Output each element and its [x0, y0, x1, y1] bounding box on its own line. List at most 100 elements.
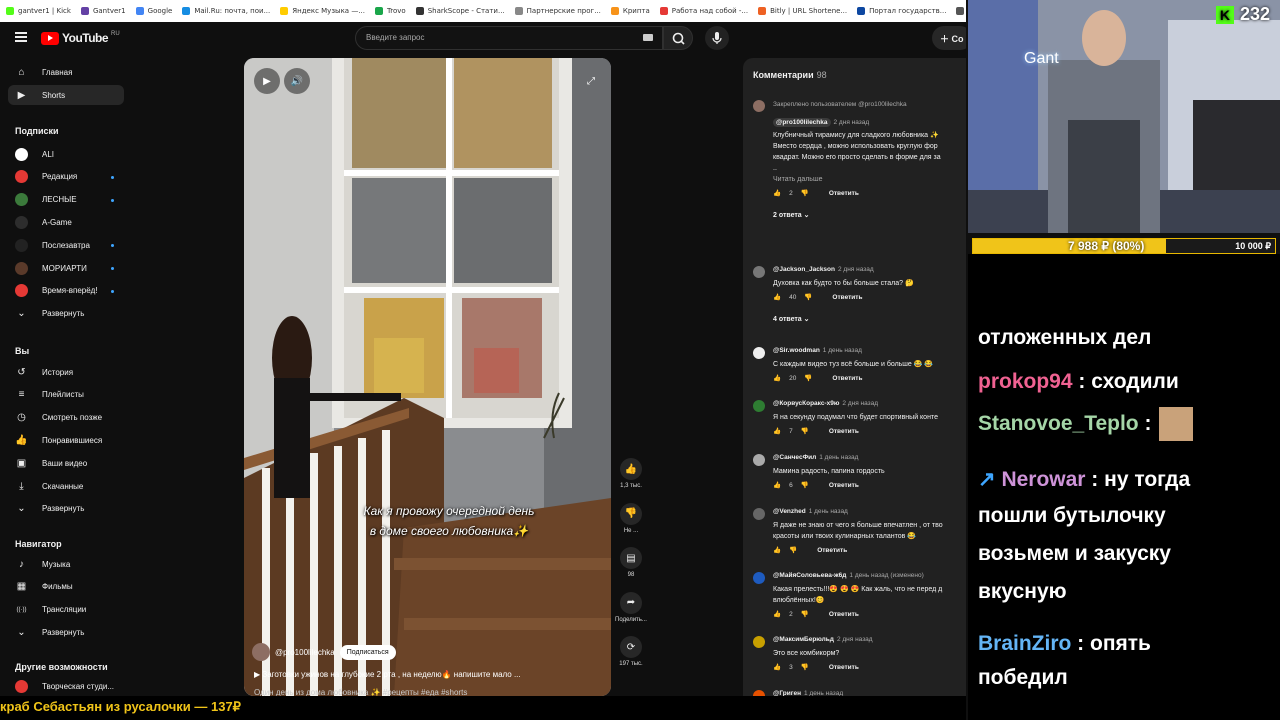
comment-avatar[interactable] [753, 636, 765, 648]
comment-author[interactable]: @КорвусКоракс-х9ю [773, 400, 839, 407]
sidebar-item-you[interactable]: ◷ Смотреть позже [8, 408, 124, 428]
sidebar-item-you[interactable]: ⌄ Развернуть [8, 499, 124, 519]
reply-button[interactable]: Ответить [829, 190, 859, 197]
read-more-link[interactable]: Читать дальше [773, 174, 966, 185]
dislike-icon[interactable]: 👎 [804, 293, 812, 301]
comment-author[interactable]: @МаксимБерюльд [773, 636, 834, 643]
reply-button[interactable]: Ответить [832, 294, 862, 301]
shorts-player[interactable]: ▶ 🔊 ⤢ Как я провожу очередной день в дом… [244, 58, 611, 696]
sidebar-item-navigator[interactable]: ♪ Музыка [8, 554, 124, 574]
bookmark-item[interactable]: Bitly | URL Shortene... [758, 7, 847, 15]
sidebar-item-shorts[interactable]: ▶ Shorts [8, 85, 124, 105]
share-button[interactable]: ➦ [620, 591, 642, 614]
sidebar-item-navigator[interactable]: ⌄ Развернуть [8, 622, 124, 642]
like-button[interactable]: 👍 [620, 458, 642, 480]
you-section-title[interactable]: Вы [15, 346, 29, 356]
comment-author[interactable]: @СанчесФил [773, 454, 816, 461]
comment-avatar[interactable] [753, 400, 765, 412]
comment-avatar[interactable] [753, 347, 765, 359]
voice-search-button[interactable] [705, 26, 729, 50]
bookmark-item[interactable]: Яндекс Музыка —... [280, 7, 365, 15]
fullscreen-button[interactable]: ⤢ [578, 68, 604, 94]
comment-avatar[interactable] [753, 572, 765, 584]
bookmark-item[interactable]: Trovo [375, 7, 406, 15]
menu-icon[interactable] [15, 32, 27, 42]
subscribe-button[interactable]: Подписаться [339, 644, 396, 660]
dislike-icon[interactable]: 👎 [804, 374, 812, 382]
like-icon[interactable]: 👍 [773, 663, 781, 671]
show-replies-button[interactable]: 2 ответа ⌄ [773, 211, 810, 219]
comment-author[interactable]: @Jackson_Jackson [773, 266, 835, 273]
like-icon[interactable]: 👍 [773, 481, 781, 489]
like-icon[interactable]: 👍 [773, 610, 781, 618]
comment-author[interactable]: @Venzhed [773, 508, 806, 515]
show-replies-button[interactable]: 4 ответа ⌄ [773, 315, 810, 323]
sidebar-item-subscription[interactable]: Послезавтра [8, 235, 124, 255]
sidebar-item-you[interactable]: ▣ Ваши видео [8, 453, 124, 473]
like-icon[interactable]: 👍 [773, 546, 781, 554]
create-button[interactable]: ＋ Со [932, 26, 966, 50]
bookmark-item[interactable]: Крипта [610, 7, 650, 15]
play-button[interactable]: ▶ [254, 68, 280, 94]
search-button[interactable] [663, 26, 693, 50]
reply-button[interactable]: Ответить [817, 547, 847, 554]
comment-avatar[interactable] [753, 100, 765, 112]
bookmark-item[interactable]: gantver1 | Kick [6, 7, 71, 15]
dislike-button[interactable]: 👎 [620, 502, 642, 525]
bookmark-item[interactable]: Портал государств... [857, 7, 946, 15]
sidebar-item-studio[interactable]: Творческая студи... [8, 676, 124, 696]
comment-avatar[interactable] [753, 454, 765, 466]
comment-author[interactable]: @МайяСоловьева-ж6д [773, 572, 846, 579]
dislike-icon[interactable]: 👎 [801, 189, 809, 197]
comment-button[interactable]: ▤ [620, 547, 642, 569]
sidebar-item-subscription[interactable]: МОРИАРТИ [8, 258, 124, 278]
bookmark-item[interactable]: SharkScope - Стати... [415, 7, 505, 15]
sidebar-item-you[interactable]: ≡ Плейлисты [8, 385, 124, 405]
sidebar-item-navigator[interactable]: ▦ Фильмы [8, 577, 124, 597]
sidebar-item-subscription[interactable]: A-Game [8, 212, 124, 232]
bookmark-item[interactable]: Google [135, 7, 172, 15]
sidebar-item-subscription[interactable]: ⌄ Развернуть [8, 304, 124, 324]
youtube-logo[interactable]: YouTube RU [41, 31, 120, 45]
bookmark-item[interactable]: Gantver1 [80, 7, 126, 15]
reply-button[interactable]: Ответить [829, 428, 859, 435]
sidebar-item-subscription[interactable]: ЛЕСНЫЕ [8, 190, 124, 210]
dislike-icon[interactable]: 👎 [801, 610, 809, 618]
subscriptions-title[interactable]: Подписки [15, 126, 59, 136]
dislike-icon[interactable]: 👎 [801, 481, 809, 489]
like-icon[interactable]: 👍 [773, 374, 781, 382]
sidebar-item-you[interactable]: ⤓ Скачанные [8, 476, 124, 496]
dislike-icon[interactable]: 👎 [801, 427, 809, 435]
like-icon[interactable]: 👍 [773, 427, 781, 435]
dislike-icon[interactable]: 👎 [801, 663, 809, 671]
comment-avatar[interactable] [753, 508, 765, 520]
sidebar-item-navigator[interactable]: ((·)) Трансляции [8, 600, 124, 620]
short-title[interactable]: ▶ Заготовки ужинов на глубокие 2 рта , н… [254, 670, 521, 679]
reply-button[interactable]: Ответить [829, 482, 859, 489]
sidebar-item-subscription[interactable]: ALI [8, 144, 124, 164]
volume-button[interactable]: 🔊 [284, 68, 310, 94]
like-icon[interactable]: 👍 [773, 293, 781, 301]
sidebar-item-subscription[interactable]: Время-вперёд! [8, 281, 124, 301]
comment-author[interactable]: @pro100lilechka [773, 118, 831, 127]
like-icon[interactable]: 👍 [773, 189, 781, 197]
bookmark-item[interactable]: Партнерские прог... [514, 7, 601, 15]
comment-author[interactable]: @Sir.woodman [773, 347, 820, 354]
reply-button[interactable]: Ответить [829, 664, 859, 671]
bookmark-item[interactable]: Mail.Ru: почта, пои... [182, 7, 270, 15]
dislike-icon[interactable]: 👎 [789, 546, 797, 554]
channel-avatar[interactable] [252, 643, 270, 661]
bookmark-item[interactable]: Работа над собой -... [659, 7, 748, 15]
comment-avatar[interactable] [753, 266, 765, 278]
remix-button[interactable]: ⟳ [620, 636, 642, 658]
sidebar-item-you[interactable]: 👍 Понравившиеся [8, 430, 124, 450]
reply-button[interactable]: Ответить [832, 375, 862, 382]
channel-name[interactable]: @pro100lilechka [275, 648, 335, 657]
bookmark-item[interactable]: The Best Free Live S... [956, 7, 966, 15]
keyboard-icon[interactable] [643, 34, 653, 41]
sidebar-item-you[interactable]: ↺ История [8, 362, 124, 382]
search-input[interactable]: Введите запрос [355, 26, 663, 50]
sidebar-item-subscription[interactable]: Редакция [8, 167, 124, 187]
reply-button[interactable]: Ответить [829, 611, 859, 618]
sidebar-item-home[interactable]: ⌂ Главная [8, 62, 124, 82]
